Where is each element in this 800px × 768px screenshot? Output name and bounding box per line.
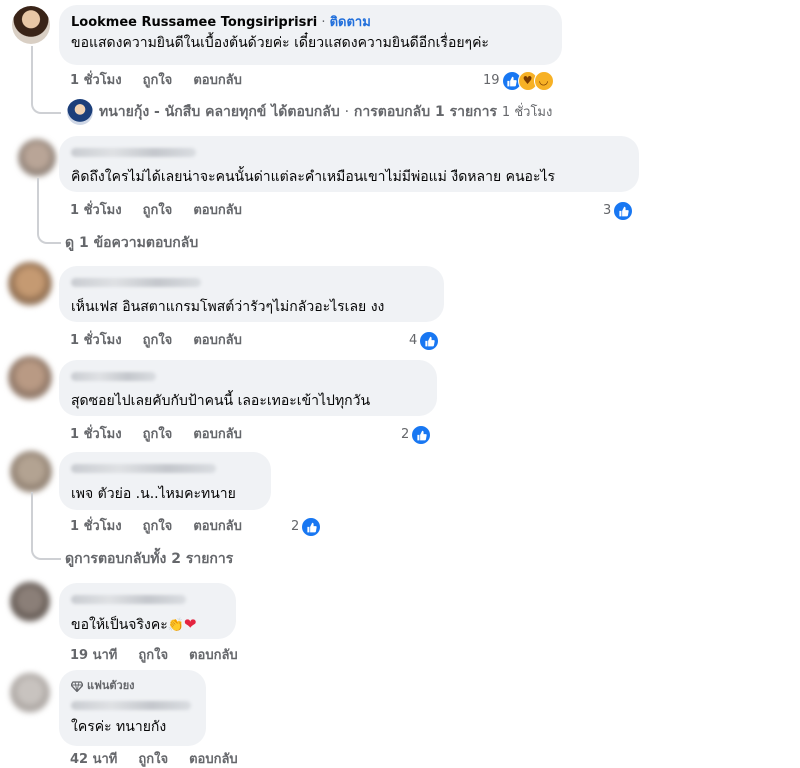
- red-heart-icon: ❤: [183, 615, 197, 633]
- comment-text: สุดซอยไปเลยคับกับป้าคนนี้ เลอะเทอะเข้าไป…: [71, 393, 371, 409]
- reaction-count: 4: [409, 333, 418, 348]
- comment-author-line: Lookmee Russamee Tongsiriprisri · ติดตาม: [71, 14, 550, 31]
- comment-bubble: ขอให้เป็นจริงคะ👏❤: [59, 583, 236, 639]
- comment-actions: 1 ชั่วโมง ถูกใจ ตอบกลับ: [70, 202, 263, 219]
- reaction-summary[interactable]: 2: [291, 517, 322, 537]
- comment-bubble: Lookmee Russamee Tongsiriprisri · ติดตาม…: [59, 5, 562, 65]
- comment-author[interactable]: [71, 372, 156, 381]
- comment-author[interactable]: Lookmee Russamee Tongsiriprisri: [71, 15, 317, 30]
- comment-time[interactable]: 1 ชั่วโมง: [70, 333, 122, 348]
- view-replies-link[interactable]: ดูการตอบกลับทั้ง 2 รายการ: [65, 550, 233, 568]
- comment-actions: 1 ชั่วโมง ถูกใจ ตอบกลับ: [70, 72, 263, 89]
- like-button[interactable]: ถูกใจ: [143, 333, 173, 348]
- reaction-count: 2: [401, 427, 410, 442]
- diamond-icon: [71, 680, 83, 692]
- reply-button[interactable]: ตอบกลับ: [189, 648, 238, 663]
- comment-text: คิดถึงใครไม่ได้เลยน่าจะคนนั้นด่าแต่ละคำเ…: [71, 169, 556, 185]
- comment-actions: 1 ชั่วโมง ถูกใจ ตอบกลับ: [70, 426, 263, 443]
- avatar[interactable]: [18, 139, 56, 177]
- like-reaction-icon: [301, 517, 322, 537]
- comment-actions: 1 ชั่วโมง ถูกใจ ตอบกลับ: [70, 518, 263, 535]
- reply-button[interactable]: ตอบกลับ: [193, 333, 242, 348]
- follow-button[interactable]: ติดตาม: [330, 15, 371, 30]
- avatar[interactable]: [10, 582, 50, 622]
- comment-author[interactable]: [71, 148, 196, 157]
- comment-text: ใครค่ะ ทนายกัง: [71, 719, 167, 735]
- avatar[interactable]: [8, 262, 52, 306]
- separator-dot: ·: [344, 104, 350, 120]
- comment-bubble: แฟนตัวยง ใครค่ะ ทนายกัง: [59, 670, 206, 746]
- comment-actions: 19 นาที ถูกใจ ตอบกลับ: [70, 647, 259, 664]
- comment-text: เห็นเฟส อินสตาแกรมโพสต์ว่ารัวๆไม่กลัวอะไ…: [71, 299, 385, 315]
- clapping-hands-icon: 👏: [167, 618, 184, 633]
- comment-text: ขอให้เป็นจริงคะ: [71, 617, 168, 633]
- like-button[interactable]: ถูกใจ: [143, 203, 173, 218]
- reply-summary-time: 1 ชั่วโมง: [501, 105, 553, 120]
- reaction-summary[interactable]: 2: [401, 425, 432, 445]
- comment-text: เพจ ตัวย่อ .น..ไหมคะทนาย: [71, 486, 236, 502]
- reply-summary-count: การตอบกลับ 1 รายการ: [353, 104, 498, 120]
- comment-time[interactable]: 1 ชั่วโมง: [70, 519, 122, 534]
- comment-time[interactable]: 1 ชั่วโมง: [70, 203, 122, 218]
- reaction-count: 19: [483, 73, 500, 88]
- avatar[interactable]: [12, 6, 50, 44]
- top-fan-badge: แฟนตัวยง: [71, 679, 194, 693]
- badge-label: แฟนตัวยง: [87, 679, 135, 692]
- page-avatar[interactable]: [67, 99, 93, 125]
- reply-button[interactable]: ตอบกลับ: [193, 73, 242, 88]
- reply-button[interactable]: ตอบกลับ: [193, 519, 242, 534]
- comment-bubble: สุดซอยไปเลยคับกับป้าคนนี้ เลอะเทอะเข้าไป…: [59, 360, 437, 416]
- reply-thread-line: [37, 178, 61, 244]
- view-replies-link[interactable]: ดู 1 ข้อความตอบกลับ: [65, 234, 198, 252]
- comment-author[interactable]: [71, 595, 186, 604]
- comment-time[interactable]: 19 นาที: [70, 648, 117, 663]
- reaction-count: 3: [603, 203, 612, 218]
- like-button[interactable]: ถูกใจ: [138, 648, 168, 663]
- comment-bubble: เพจ ตัวย่อ .น..ไหมคะทนาย: [59, 452, 271, 510]
- like-reaction-icon: [419, 331, 440, 351]
- like-button[interactable]: ถูกใจ: [143, 427, 173, 442]
- reply-button[interactable]: ตอบกลับ: [193, 427, 242, 442]
- avatar[interactable]: [10, 451, 52, 493]
- like-reaction-icon: [613, 201, 634, 221]
- reaction-count: 2: [291, 519, 300, 534]
- reply-summary-author: ทนายกุ้ง - นักสืบ คลายทุกข์: [99, 104, 267, 120]
- reaction-summary[interactable]: 3: [603, 201, 634, 221]
- comment-time[interactable]: 1 ชั่วโมง: [70, 427, 122, 442]
- haha-reaction-icon: ◡: [533, 71, 554, 91]
- comment-author[interactable]: [71, 464, 216, 473]
- comment-time[interactable]: 1 ชั่วโมง: [70, 73, 122, 88]
- comment-author[interactable]: [71, 701, 191, 710]
- reaction-summary[interactable]: 19 ♥ ◡: [483, 71, 554, 91]
- avatar[interactable]: [10, 673, 50, 713]
- comment-bubble: คิดถึงใครไม่ได้เลยน่าจะคนนั้นด่าแต่ละคำเ…: [59, 136, 639, 192]
- comment-actions: 1 ชั่วโมง ถูกใจ ตอบกลับ: [70, 332, 263, 349]
- comment-bubble: เห็นเฟส อินสตาแกรมโพสต์ว่ารัวๆไม่กลัวอะไ…: [59, 266, 444, 322]
- comment-author[interactable]: [71, 278, 201, 287]
- reply-thread-line: [31, 46, 61, 114]
- like-button[interactable]: ถูกใจ: [143, 73, 173, 88]
- comment-text: ขอแสดงความยินดีในเบื้องต้นด้วยค่ะ เดี๋ยว…: [71, 35, 489, 51]
- reply-summary-action: ได้ตอบกลับ: [271, 104, 340, 120]
- reply-button[interactable]: ตอบกลับ: [193, 203, 242, 218]
- comment-text-line: ขอให้เป็นจริงคะ👏❤: [71, 615, 224, 635]
- like-button[interactable]: ถูกใจ: [143, 519, 173, 534]
- reaction-summary[interactable]: 4: [409, 331, 440, 351]
- like-reaction-icon: [411, 425, 432, 445]
- reply-thread-line: [31, 492, 61, 560]
- avatar[interactable]: [8, 356, 52, 400]
- separator-dot: ·: [317, 15, 330, 30]
- reply-summary[interactable]: ทนายกุ้ง - นักสืบ คลายทุกข์ ได้ตอบกลับ ·…: [99, 103, 552, 122]
